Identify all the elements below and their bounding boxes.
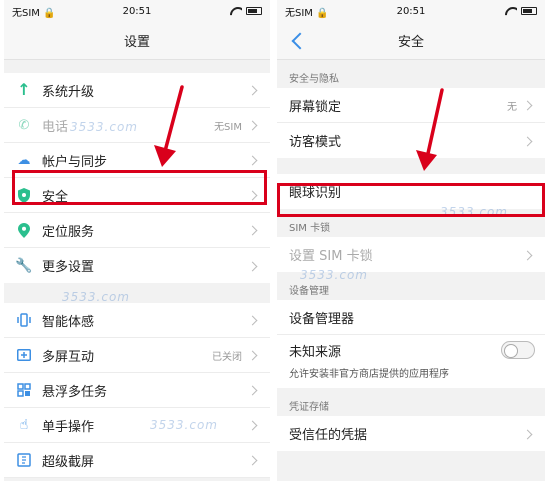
chevron-right-icon (248, 189, 260, 201)
back-arrow-icon[interactable] (289, 31, 307, 51)
item-label: 超级截屏 (42, 454, 95, 470)
multiscreen-icon (16, 347, 32, 363)
settings-item-phone[interactable]: ✆ 电话 无SIM (4, 108, 270, 143)
chevron-right-icon (523, 428, 535, 440)
item-label: 设置 SIM 卡锁 (289, 249, 373, 264)
phone-icon: ✆ (18, 117, 30, 133)
arrow-up-icon: ↑ (17, 80, 31, 99)
gesture-icon (16, 312, 32, 328)
item-label: 屏幕锁定 (289, 99, 342, 115)
settings-item-security[interactable]: 安全 (4, 178, 270, 213)
page-title: 安全 (277, 22, 545, 60)
shield-icon (16, 187, 32, 203)
device-admin-group: 设备管理器 未知来源 允许安装非官方商店提供的应用程序 (277, 300, 545, 388)
item-label: 受信任的凭据 (289, 428, 368, 443)
security-screen: 无SIM 🔒 20:51 安全 安全与隐私 屏幕锁定 无 访客模式 眼球识别 S… (277, 0, 545, 481)
sim-lock-item[interactable]: 设置 SIM 卡锁 (277, 237, 545, 272)
unknown-sources-item[interactable]: 未知来源 (277, 335, 545, 365)
item-label: 定位服务 (42, 224, 95, 240)
status-bar: 无SIM 🔒 20:51 (4, 0, 270, 22)
carrier-label: 无SIM 🔒 (12, 7, 56, 19)
item-label: 单手操作 (42, 419, 95, 435)
title-text: 设置 (123, 35, 150, 50)
eye-print-item[interactable]: 眼球识别 (277, 174, 545, 209)
settings-screen: 无SIM 🔒 20:51 设置 ↑ 系统升级 ✆ 电话 无SIM ☁ 帐户与同步… (4, 0, 270, 481)
item-label: 智能体感 (42, 314, 95, 330)
chevron-right-icon (248, 384, 260, 396)
chevron-right-icon (523, 249, 535, 261)
item-label: 未知来源 (289, 344, 342, 360)
chevron-right-icon (248, 314, 260, 326)
title-text: 安全 (397, 35, 424, 50)
settings-item-system-update[interactable]: ↑ 系统升级 (4, 73, 270, 108)
section-header-sim-lock: SIM 卡锁 (289, 223, 331, 234)
item-value: 已关闭 (212, 351, 242, 363)
item-label: 眼球识别 (289, 186, 342, 201)
chevron-right-icon (248, 84, 260, 96)
settings-item-smart-motion[interactable]: 智能体感 (4, 303, 270, 338)
chevron-right-icon (523, 99, 535, 111)
settings-group-1: ↑ 系统升级 ✆ 电话 无SIM ☁ 帐户与同步 安全 定位服务 🔧 更多设置 (4, 73, 270, 283)
chevron-right-icon (248, 419, 260, 431)
chevron-right-icon (248, 260, 260, 272)
carrier-label: 无SIM 🔒 (285, 7, 329, 19)
settings-item-super-screenshot[interactable]: 超级截屏 (4, 443, 270, 478)
section-header-privacy: 安全与隐私 (289, 74, 339, 85)
unknown-sources-note: 允许安装非官方商店提供的应用程序 (277, 365, 545, 388)
wrench-icon: 🔧 (15, 257, 33, 274)
item-label: 悬浮多任务 (42, 384, 108, 400)
battery-icon (521, 7, 537, 15)
item-label: 访客模式 (289, 135, 342, 150)
eye-print-group: 眼球识别 (277, 174, 545, 209)
item-value: 无 (507, 101, 517, 113)
trusted-credentials-item[interactable]: 受信任的凭据 (277, 416, 545, 451)
settings-item-floating-multitask[interactable]: 悬浮多任务 (4, 373, 270, 408)
unknown-sources-toggle[interactable] (501, 341, 535, 359)
settings-group-2: 智能体感 多屏互动 已关闭 悬浮多任务 ☝ 单手操作 超级截屏 (4, 303, 270, 478)
screen-lock-item[interactable]: 屏幕锁定 无 (277, 88, 545, 123)
chevron-right-icon (248, 224, 260, 236)
location-icon (16, 222, 32, 238)
section-header-device-admin: 设备管理 (289, 286, 329, 297)
settings-item-more[interactable]: 🔧 更多设置 (4, 248, 270, 283)
battery-icon (246, 7, 262, 15)
hand-icon: ☝ (19, 417, 29, 433)
item-value: 无SIM (214, 121, 242, 133)
item-label: 安全 (42, 189, 69, 205)
device-admins-item[interactable]: 设备管理器 (277, 300, 545, 335)
chevron-right-icon (248, 349, 260, 361)
settings-item-accounts[interactable]: ☁ 帐户与同步 (4, 143, 270, 178)
chevron-right-icon (248, 154, 260, 166)
chevron-right-icon (248, 454, 260, 466)
item-label: 设备管理器 (289, 311, 355, 327)
wifi-icon (230, 7, 242, 16)
item-label: 电话 (42, 119, 69, 135)
multitask-icon (16, 382, 32, 398)
status-bar: 无SIM 🔒 20:51 (277, 0, 545, 22)
settings-item-location[interactable]: 定位服务 (4, 213, 270, 248)
guest-mode-item[interactable]: 访客模式 (277, 123, 545, 158)
cloud-icon: ☁ (17, 152, 31, 168)
item-label: 系统升级 (42, 84, 95, 100)
chevron-right-icon (248, 119, 260, 131)
section-header-credentials: 凭证存储 (289, 402, 329, 413)
item-label: 多屏互动 (42, 349, 95, 365)
settings-item-one-hand[interactable]: ☝ 单手操作 (4, 408, 270, 443)
screenshot-icon (16, 452, 32, 468)
item-label: 更多设置 (42, 260, 95, 275)
sim-lock-group: 设置 SIM 卡锁 (277, 237, 545, 272)
item-label: 帐户与同步 (42, 154, 108, 170)
credentials-group: 受信任的凭据 (277, 416, 545, 451)
page-title: 设置 (4, 22, 270, 60)
privacy-group: 屏幕锁定 无 访客模式 (277, 88, 545, 158)
wifi-icon (505, 7, 517, 16)
settings-item-multiscreen[interactable]: 多屏互动 已关闭 (4, 338, 270, 373)
chevron-right-icon (523, 135, 535, 147)
